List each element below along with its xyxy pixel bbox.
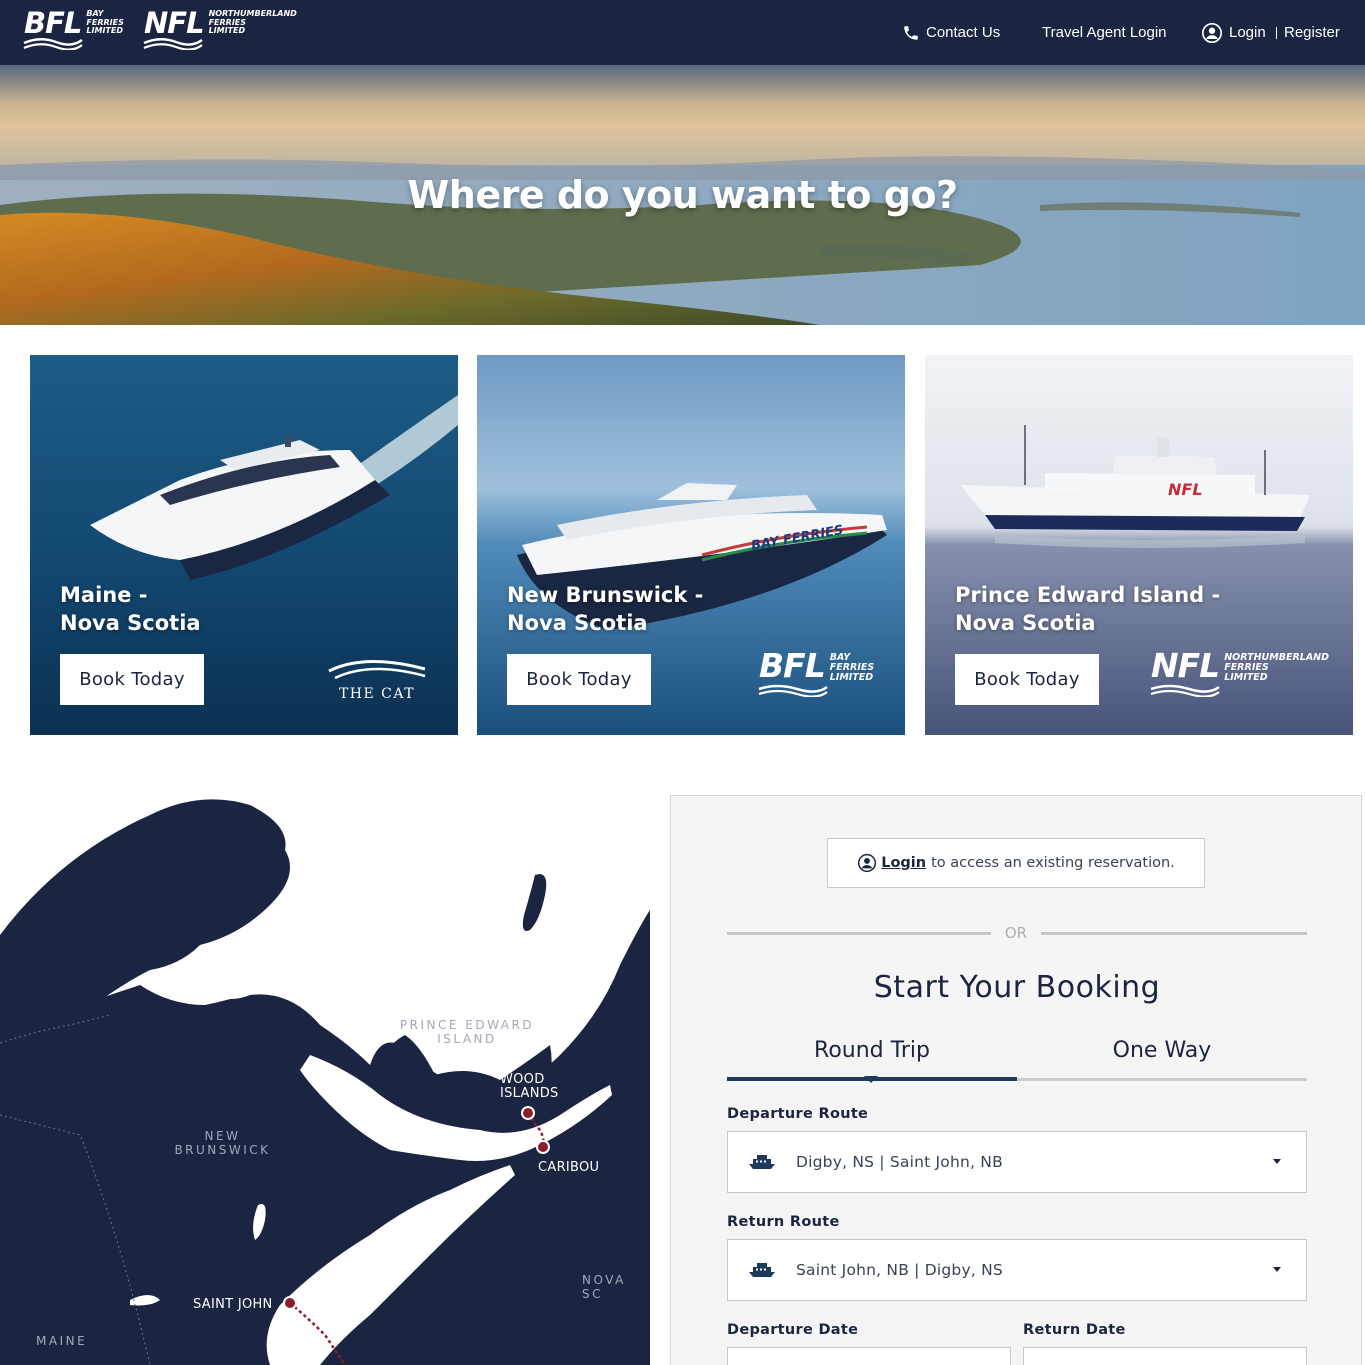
tab-one-way[interactable]: One Way <box>1017 1038 1307 1063</box>
wave-logo-icon <box>1150 684 1220 697</box>
map-label-new-brunswick: NEW BRUNSWICK <box>160 1129 285 1157</box>
departure-route-label: Departure Route <box>727 1106 869 1122</box>
user-circle-icon <box>858 853 877 873</box>
card-title-line-2: Nova Scotia <box>507 611 648 635</box>
bfl-card-logo: BFL BAY FERRIES LIMITED <box>758 646 874 697</box>
card-title: Maine - Nova Scotia <box>60 581 201 637</box>
wave-logo-icon <box>758 684 828 697</box>
reservation-login-link[interactable]: Login <box>881 855 926 871</box>
map-label-pei-line-2: ISLAND <box>437 1032 497 1046</box>
return-date-input[interactable] <box>1023 1347 1307 1365</box>
book-today-button[interactable]: Book Today <box>60 654 204 705</box>
nav-separator <box>1276 27 1277 39</box>
bfl-card-logo-subtext: BAY FERRIES LIMITED <box>830 653 874 683</box>
user-circle-icon <box>1202 23 1222 43</box>
route-map: PRINCE EDWARD ISLAND NEW BRUNSWICK NOVA … <box>0 795 650 1365</box>
nfl-logo-subtext: NORTHUMBERLAND FERRIES LIMITED <box>208 9 297 36</box>
ferry-icon <box>749 1263 775 1277</box>
phone-icon <box>904 26 918 40</box>
map-port-saint-john: SAINT JOHN <box>193 1297 273 1312</box>
card-title-line-1: Maine - <box>60 583 148 607</box>
return-date-label: Return Date <box>1023 1322 1126 1338</box>
the-cat-logo: THE CAT <box>322 651 432 702</box>
route-card-maine[interactable]: Maine - Nova Scotia Book Today THE CAT <box>30 355 458 735</box>
bfl-logo-subtext: BAY FERRIES LIMITED <box>86 9 123 36</box>
nfl-logo[interactable]: NFL NORTHUMBERLAND FERRIES LIMITED <box>143 8 297 50</box>
ferry-icon <box>749 1155 775 1169</box>
top-navigation-bar: BFL BAY FERRIES LIMITED NFL NORTHUMBERLA… <box>0 0 1365 65</box>
chevron-down-icon <box>1273 1267 1281 1272</box>
map-label-nb-line-2: BRUNSWICK <box>174 1143 271 1157</box>
or-divider-right <box>1041 932 1307 935</box>
nfl-card-logo-mark: NFL <box>1151 646 1220 685</box>
map-port-wood-line-1: WOOD <box>500 1072 545 1087</box>
existing-reservation-login-box: Login to access an existing reservation. <box>827 838 1205 888</box>
nfl-card-logo: NFL NORTHUMBERLAND FERRIES LIMITED <box>1150 646 1329 697</box>
nfl-card-logo-subtext: NORTHUMBERLAND FERRIES LIMITED <box>1224 653 1329 683</box>
contact-us-label: Contact Us <box>926 24 1001 41</box>
reservation-login-text: to access an existing reservation. <box>931 855 1175 871</box>
card-title-line-1: Prince Edward Island - <box>955 583 1221 607</box>
register-label: Register <box>1284 24 1340 41</box>
svg-text:NFL: NFL <box>1168 480 1203 499</box>
nfl-sub-line-3: LIMITED <box>208 26 246 35</box>
map-label-nb-line-1: NEW <box>204 1129 241 1143</box>
travel-agent-login-link[interactable]: Travel Agent Login <box>1042 22 1167 44</box>
bfl-sub-line-3: LIMITED <box>86 26 123 35</box>
return-route-label: Return Route <box>727 1214 840 1230</box>
or-divider-text: OR <box>1004 924 1028 942</box>
card-title-line-1: New Brunswick - <box>507 583 704 607</box>
wave-logo-icon <box>328 659 426 680</box>
booking-title: Start Your Booking <box>873 970 1161 1005</box>
map-port-caribou: CARIBOU <box>538 1160 600 1175</box>
departure-date-label: Departure Date <box>727 1322 859 1338</box>
bfl-card-sub-line-3: LIMITED <box>829 672 874 683</box>
wave-logo-icon <box>23 38 83 50</box>
card-title: New Brunswick - Nova Scotia <box>507 581 703 637</box>
hero-banner: Where do you want to go? <box>0 65 1365 325</box>
the-cat-logo-text: THE CAT <box>338 686 416 702</box>
return-route-value: Saint John, NB | Digby, NS <box>796 1261 1003 1279</box>
active-tab-pointer-icon <box>864 1076 878 1083</box>
register-link[interactable]: Register <box>1284 22 1340 44</box>
map-label-pei-line-1: PRINCE EDWARD <box>399 1018 535 1032</box>
map-port-wood-line-2: ISLANDS <box>500 1086 559 1101</box>
hero-title: Where do you want to go? <box>407 173 958 217</box>
route-card-new-brunswick[interactable]: BAY FERRIES New Brunswick - Nova Scotia … <box>477 355 905 735</box>
card-title: Prince Edward Island - Nova Scotia <box>955 581 1220 637</box>
departure-date-input[interactable] <box>727 1347 1011 1365</box>
wave-logo-icon <box>143 38 203 50</box>
departure-route-select[interactable]: Digby, NS | Saint John, NB <box>727 1131 1307 1193</box>
contact-us-link[interactable]: Contact Us <box>902 22 1000 44</box>
booking-panel: Login to access an existing reservation.… <box>670 795 1362 1365</box>
or-divider-left <box>727 932 991 935</box>
nfl-card-sub-line-3: LIMITED <box>1224 672 1268 683</box>
card-title-line-2: Nova Scotia <box>60 611 201 635</box>
map-port-wood-islands: WOOD ISLANDS <box>500 1073 559 1101</box>
book-today-button[interactable]: Book Today <box>507 654 651 705</box>
map-label-maine: MAINE <box>36 1334 88 1348</box>
map-label-pei: PRINCE EDWARD ISLAND <box>392 1018 542 1046</box>
login-label: Login <box>1229 24 1266 41</box>
map-label-nova-scotia: NOVA SC <box>582 1273 626 1301</box>
return-route-select[interactable]: Saint John, NB | Digby, NS <box>727 1239 1307 1301</box>
route-card-pei[interactable]: NFL Prince Edward Island - Nova Scotia B… <box>925 355 1353 735</box>
bfl-card-logo-mark: BFL <box>759 646 826 685</box>
travel-agent-login-label: Travel Agent Login <box>1042 24 1167 41</box>
chevron-down-icon <box>1273 1159 1281 1164</box>
login-link[interactable]: Login <box>1201 22 1266 44</box>
departure-route-value: Digby, NS | Saint John, NB <box>796 1153 1003 1171</box>
tab-round-trip[interactable]: Round Trip <box>727 1038 1017 1063</box>
bfl-logo[interactable]: BFL BAY FERRIES LIMITED <box>23 8 124 50</box>
card-title-line-2: Nova Scotia <box>955 611 1096 635</box>
book-today-button[interactable]: Book Today <box>955 654 1099 705</box>
